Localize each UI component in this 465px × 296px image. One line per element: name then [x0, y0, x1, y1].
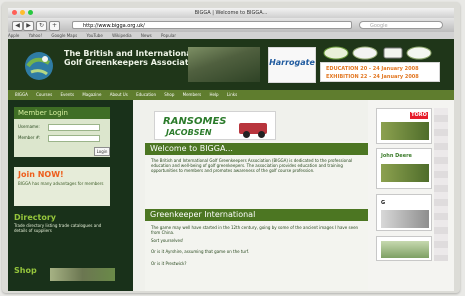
bookmark-item[interactable]: Apple [8, 33, 19, 38]
right-ad-column: TORO John Deere G [368, 100, 454, 291]
greenkeeper-text-4: Or is it Prestwick? [151, 261, 187, 266]
education-dates: EDUCATION 20 - 24 January 2008 [326, 66, 419, 72]
member-login-panel: Member Login Username: Member #: Login [14, 107, 110, 157]
toro-ad[interactable]: TORO [376, 108, 432, 144]
wheel-icon [243, 131, 250, 138]
nav-item[interactable]: Links [227, 92, 237, 97]
left-sidebar: Member Login Username: Member #: Login J… [8, 100, 133, 291]
site-header: The British and International Golf Green… [8, 39, 454, 90]
member-login-title: Member Login [14, 107, 110, 119]
reload-button[interactable]: ↻ [36, 21, 47, 31]
exhibition-dates: EXHIBITION 22 - 24 January 2008 [326, 74, 419, 80]
greenkeeper-text-2: Sort yourselves! [151, 238, 184, 243]
bookmark-item[interactable]: Wikipedia [112, 33, 132, 38]
bookmark-item[interactable]: YouTube [87, 33, 103, 38]
address-bar[interactable]: http://www.bigga.org.uk/ [72, 21, 352, 29]
greenkeeper-text-3: Or is it Ayrshire, assuming that game on… [151, 249, 249, 254]
g-brand-logo: G [381, 200, 386, 206]
browser-toolbar: ◀ ▶ ↻ + http://www.bigga.org.uk/ Google [8, 18, 454, 33]
toro-logo: TORO [410, 112, 428, 119]
search-field[interactable]: Google [359, 21, 443, 29]
golf-course-photo [188, 47, 260, 82]
nav-item[interactable]: BIGGA [15, 92, 28, 97]
nav-item[interactable]: Events [60, 92, 74, 97]
add-bookmark-button[interactable]: + [49, 21, 60, 31]
nav-item[interactable]: Help [209, 92, 218, 97]
join-now-panel: Join NOW! BIGGA has many advantages for … [14, 167, 110, 206]
join-title[interactable]: Join NOW! [14, 167, 110, 179]
welcome-text: The British and International Golf Green… [151, 158, 353, 173]
event-dates-box: EDUCATION 20 - 24 January 2008 EXHIBITIO… [320, 62, 440, 82]
window-title: BIGGA | Welcome to BIGGA... [194, 10, 268, 16]
harrogate-name: Harrogate [269, 58, 315, 67]
wheel-icon [258, 131, 265, 138]
login-button[interactable]: Login [94, 147, 110, 156]
forward-button[interactable]: ▶ [23, 21, 34, 31]
directory-title[interactable]: Directory [14, 213, 110, 223]
web-page: The British and International Golf Green… [8, 39, 454, 291]
username-input[interactable] [48, 124, 100, 131]
deere-photo [381, 164, 429, 182]
ransomes-text: RANSOMES [163, 116, 227, 127]
golf-logo-icon [22, 49, 56, 83]
nav-item[interactable]: Education [136, 92, 156, 97]
decorative-stripes [434, 108, 448, 261]
green-ad-graphic [381, 241, 429, 258]
main-navigation: BIGGA Courses Events Magazine About Us E… [8, 90, 454, 100]
nav-item[interactable]: Members [183, 92, 202, 97]
nav-item[interactable]: Courses [36, 92, 52, 97]
nav-item[interactable]: Shop [164, 92, 174, 97]
main-content: Welcome to BIGGA... The British and Inte… [145, 141, 368, 291]
partner-logos [318, 45, 438, 61]
ransomes-ad[interactable]: RANSOMES JACOBSEN [154, 111, 276, 140]
greenkeeper-heading: Greenkeeper International [145, 209, 368, 221]
g-brand-ad[interactable]: G [376, 194, 432, 231]
member-number-input[interactable] [48, 135, 100, 142]
bookmark-item[interactable]: Google Maps [51, 33, 77, 38]
bookmark-item[interactable]: Popular [161, 33, 176, 38]
jacobsen-text: JACOBSEN [166, 128, 212, 137]
directory-panel: Directory Trade directory listing trade … [14, 213, 110, 248]
greenkeeper-text-1: The game may well have started in the 12… [151, 225, 359, 235]
deere-ad[interactable]: John Deere [376, 148, 432, 189]
deere-logo: John Deere [381, 153, 412, 159]
g-brand-photo [381, 210, 429, 228]
shop-photo-strip [50, 268, 115, 281]
directory-text: Trade directory listing trade catalogues… [14, 223, 102, 233]
join-text: BIGGA has many advantages for members [18, 181, 104, 186]
screen-frame: BIGGA | Welcome to BIGGA... ◀ ▶ ↻ + http… [2, 2, 460, 293]
back-button[interactable]: ◀ [12, 21, 23, 31]
member-number-label: Member #: [18, 135, 41, 140]
green-ad[interactable] [376, 236, 432, 261]
nav-item[interactable]: Magazine [82, 92, 101, 97]
bookmark-item[interactable]: News [141, 33, 152, 38]
welcome-heading: Welcome to BIGGA... [145, 143, 368, 155]
bookmark-item[interactable]: Yahoo! [29, 33, 42, 38]
username-label: Username: [18, 124, 40, 129]
nav-item[interactable]: About Us [110, 92, 128, 97]
toro-photo [381, 122, 429, 140]
harrogate-logo: Harrogate [268, 47, 316, 83]
